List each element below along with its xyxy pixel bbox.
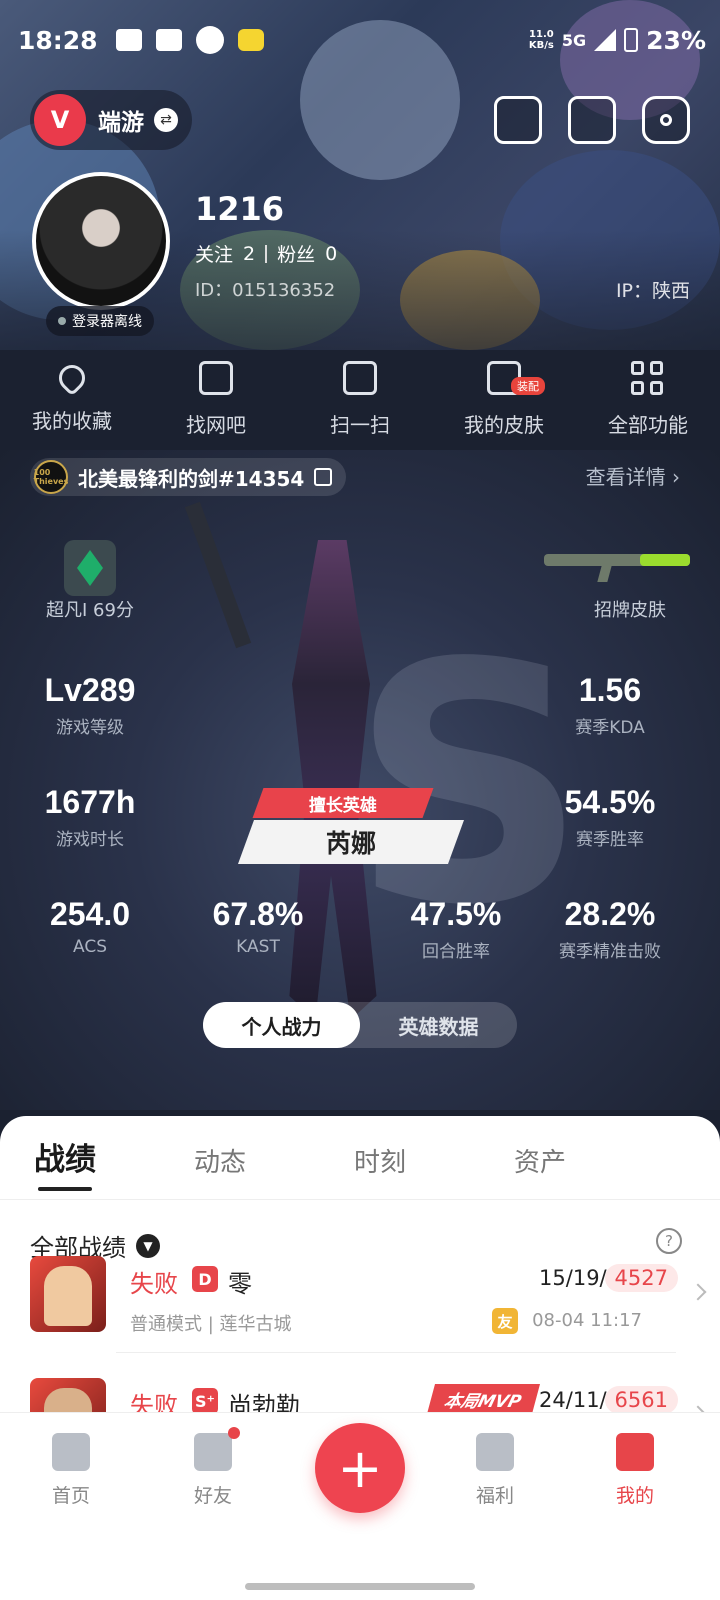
bottom-nav: 首页 好友 + 福利 我的 [0,1412,720,1600]
chevron-right-icon [689,1283,707,1301]
following-count[interactable]: 2 [243,243,255,265]
riot-id-pill[interactable]: 100 Thieves 北美最锋利的剑#14354 [30,458,347,496]
battery-level: 23% [646,25,706,55]
agent-name: 零 [228,1270,252,1298]
net-speed: 11.0 KB/s [528,29,554,51]
action-scan[interactable]: 扫一扫 [295,355,425,445]
friend-tag: 友 [492,1308,518,1334]
avatar[interactable] [32,172,170,310]
valorant-logo-icon: V [34,94,86,146]
message-icon [115,29,142,51]
stat-kast: 67.8% KAST [212,896,304,957]
nav-mine[interactable]: 我的 [590,1433,680,1508]
team-badge-icon: 100 Thieves [34,460,68,494]
scan-icon [343,361,377,395]
rank: 超凡I 69分 [46,600,134,621]
nav-friends[interactable]: 好友 [168,1427,258,1508]
match-date: 08-04 11:17 [532,1310,642,1331]
mvp-badge: 本局MVP [427,1384,541,1414]
chevron-down-icon: ▼ [136,1233,160,1258]
username: 1216 [195,190,285,228]
follow-stats: 关注 2 粉丝 0 [195,240,337,267]
agent-thumbnail [30,1256,106,1332]
nav-home[interactable]: 首页 [26,1433,116,1508]
app-switcher[interactable]: V 端游 ⇄ [30,90,192,150]
segment-heroes[interactable]: 英雄数据 [360,1002,517,1048]
user-id: ID：015136352 [195,280,336,301]
tab-assets[interactable]: 资产 [514,1142,674,1199]
wechat-icon [155,29,182,51]
login-status-badge: 登录器离线 [46,306,154,336]
swap-icon: ⇄ [154,108,178,132]
nav-welfare[interactable]: 福利 [450,1433,540,1508]
network-type: 5G [561,30,587,50]
app-header: V 端游 ⇄ [30,90,690,150]
signal-icon [594,29,617,51]
tab-records[interactable]: 战绩 [34,1134,194,1199]
rank-icon [64,540,116,596]
segment-personal[interactable]: 个人战力 [203,1002,360,1048]
action-my-skins[interactable]: 装配 我的皮肤 [439,355,569,445]
best-hero-name[interactable]: 芮娜 [237,820,465,864]
settings-icon[interactable] [642,96,690,144]
home-icon [52,1433,90,1471]
share-icon[interactable] [568,96,616,144]
action-favorites[interactable]: 我的收藏 [7,355,137,445]
notification-app-icon [237,29,264,51]
divider [265,244,268,263]
monitor-icon [199,361,233,395]
rank-badge: D [192,1266,218,1292]
stats-segmented-control: 个人战力 英雄数据 [203,1002,517,1048]
action-all-features[interactable]: 全部功能 [583,355,713,445]
grid-icon [631,361,665,395]
riot-id: 北美最锋利的剑#14354 [78,466,305,491]
stat-level: Lv289 游戏等级 [44,672,136,738]
rank-badge: S⁺ [192,1388,218,1414]
status-bar: 18:28 11.0 KB/s 5G 23% [18,20,706,60]
heart-icon [53,359,91,397]
match-score: 6561 [604,1386,678,1414]
action-find-cafe[interactable]: 找网吧 [151,355,281,445]
app-name: 端游 [98,110,144,136]
stats-card: 100 Thieves 北美最锋利的剑#14354 查看详情 › 超凡I 69分… [0,450,720,1110]
battery-icon [624,28,639,52]
stat-kda: 1.56 赛季KDA [575,672,645,738]
rifle-skin-icon[interactable] [544,548,690,582]
match-record[interactable]: 失败 D 零 普通模式 | 莲华古城 15/19/3 4527 友 08-04 … [30,1256,707,1340]
fans-count[interactable]: 0 [325,243,337,265]
sparkle-icon[interactable] [494,96,542,144]
offline-dot-icon [58,317,66,325]
clock: 18:28 [18,25,98,55]
gift-icon [476,1433,514,1471]
unread-dot [228,1427,240,1439]
stat-winrate: 54.5% 赛季胜率 [564,784,656,850]
match-mode: 普通模式 | 莲华古城 [130,1314,292,1335]
divider [116,1352,676,1353]
copy-icon[interactable] [314,468,333,486]
equip-tag: 装配 [511,377,545,395]
profile-icon [616,1433,654,1471]
best-hero-tag: 擅长英雄 [252,788,434,818]
stat-headshot: 28.2% 赛季精准击败 [559,896,661,962]
profile-tabs: 战绩 动态 时刻 资产 [0,1116,720,1200]
stat-acs: 254.0 ACS [49,896,131,957]
help-icon[interactable]: ? [656,1228,682,1254]
stat-round-winrate: 47.5% 回合胜率 [410,896,502,962]
create-post-button[interactable]: + [315,1423,405,1513]
friends-icon [194,1427,240,1471]
stat-hours: 1677h 游戏时长 [44,784,136,850]
ip-location: IP：陕西 [615,280,690,302]
match-result: 失败 [130,1270,178,1298]
view-details-link[interactable]: 查看详情 › [586,458,680,496]
tab-feed[interactable]: 动态 [194,1142,354,1199]
match-score: 4527 [604,1264,678,1292]
home-indicator[interactable] [245,1583,475,1590]
quick-actions: 我的收藏 找网吧 扫一扫 装配 我的皮肤 全部功能 [0,355,720,445]
tab-moments[interactable]: 时刻 [354,1142,514,1199]
following-label[interactable]: 关注 [195,240,233,267]
fans-label[interactable]: 粉丝 [277,240,315,267]
circle-app-icon [195,26,224,54]
